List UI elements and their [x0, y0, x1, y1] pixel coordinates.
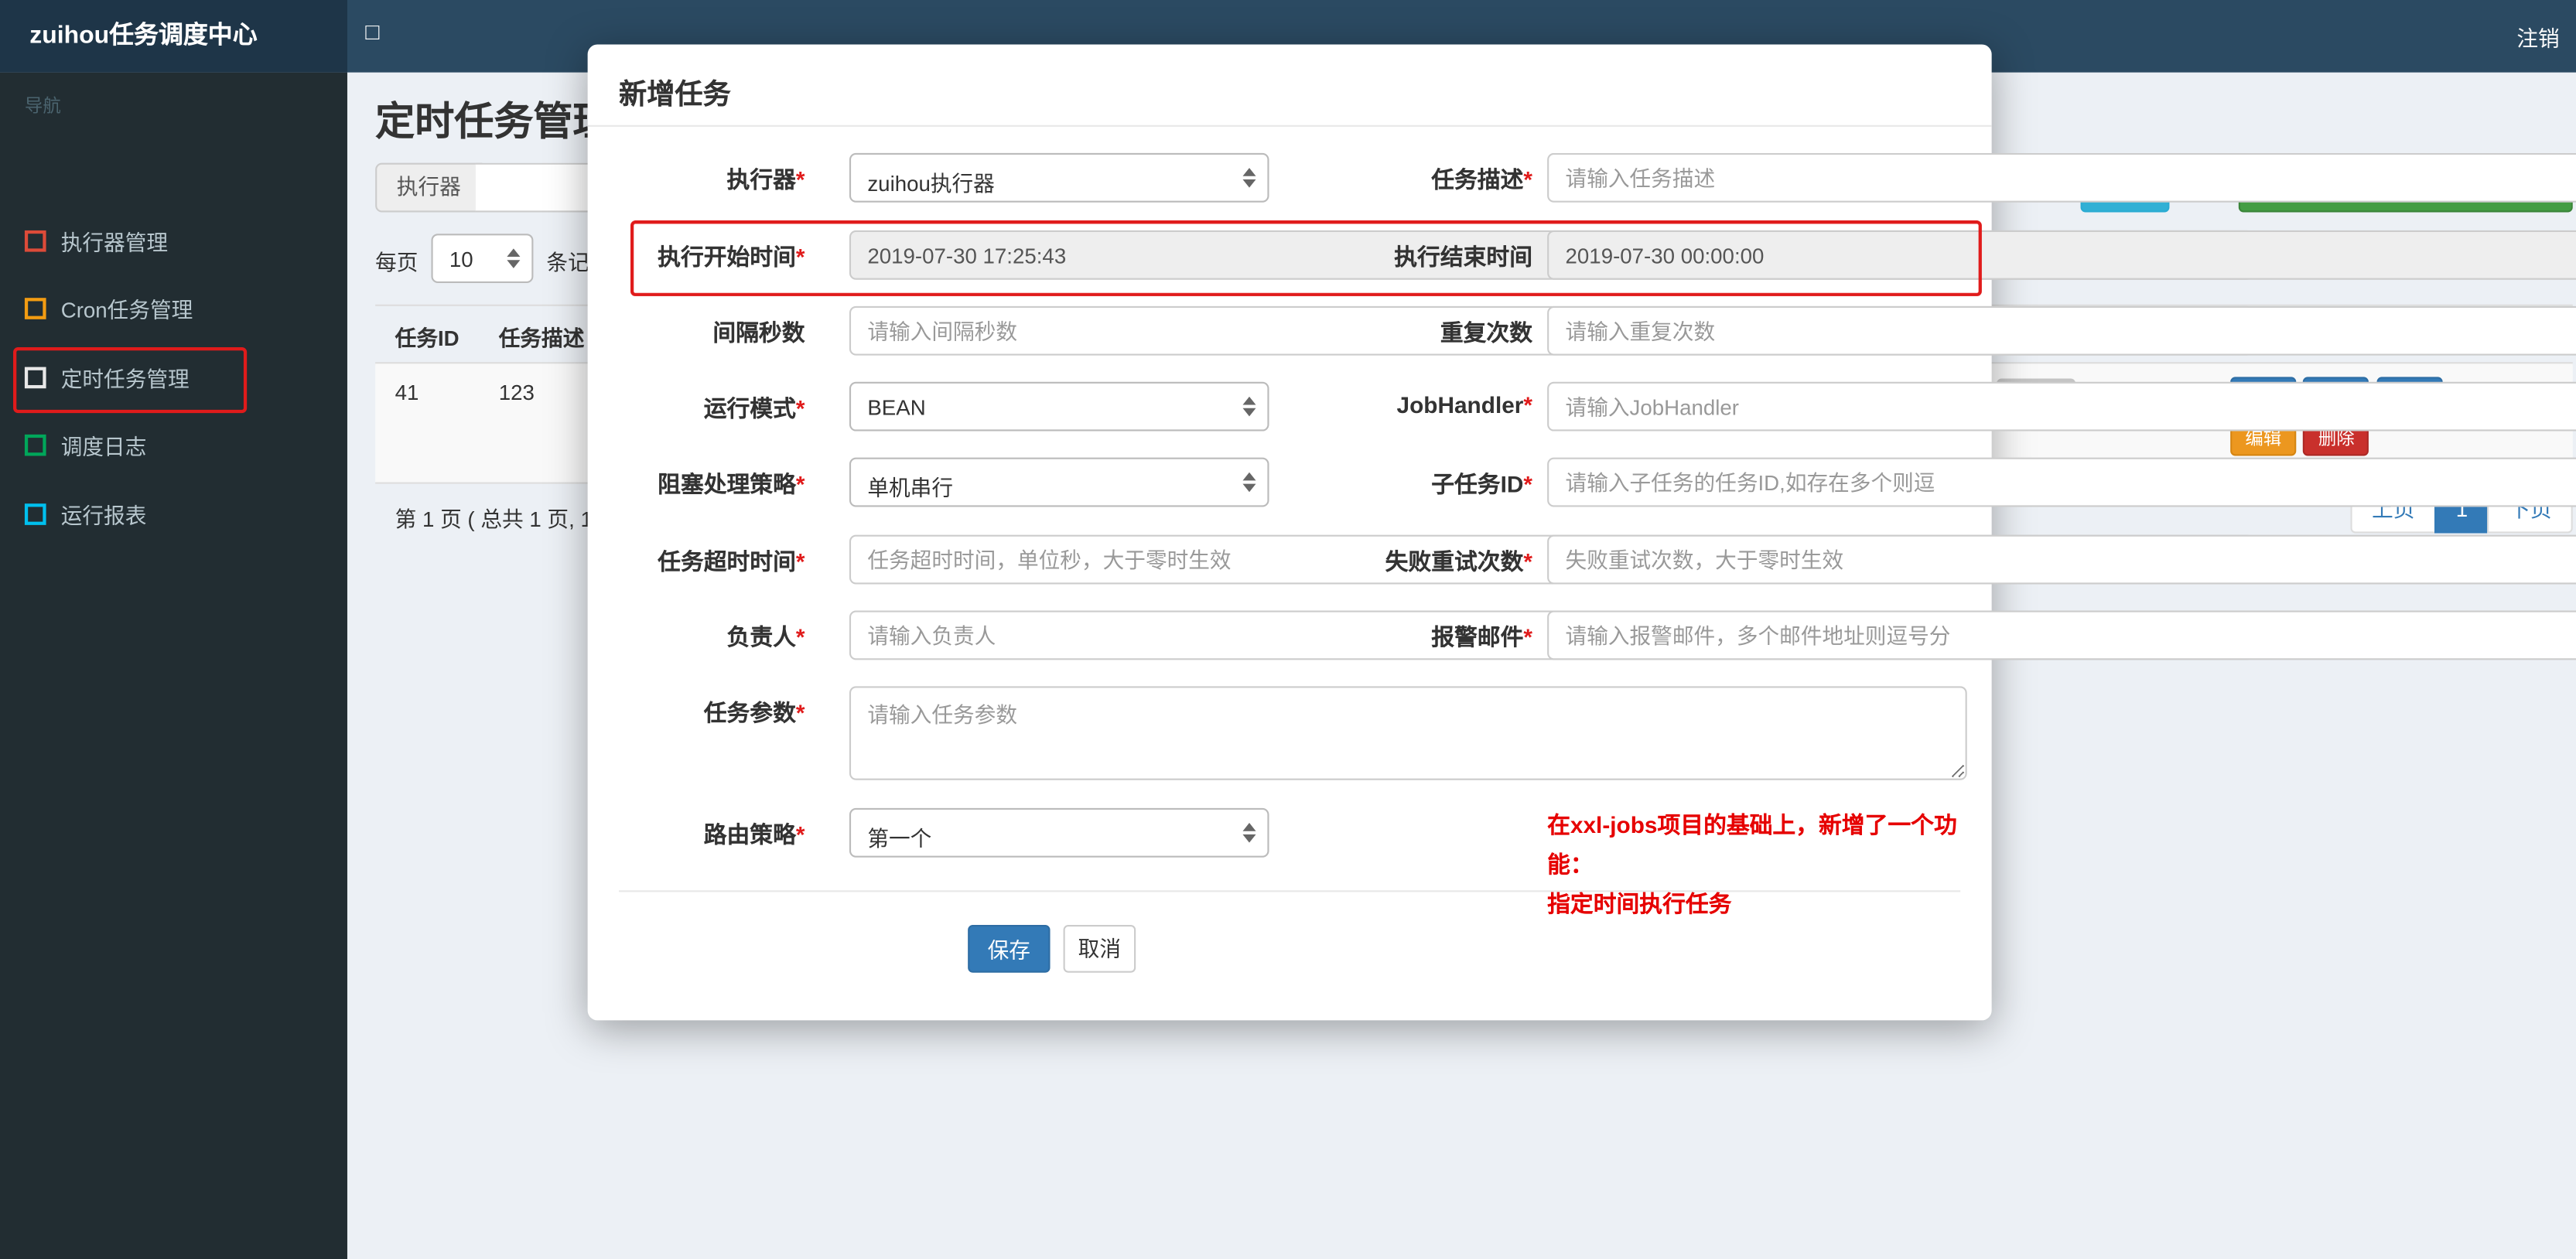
modal-title: 新增任务 [619, 79, 731, 111]
timeout-label: 任务超时时间* [658, 548, 805, 575]
required-star: * [795, 548, 805, 575]
sidebar-item-cron-task[interactable]: Cron任务管理 [0, 275, 347, 342]
square-icon [24, 298, 46, 319]
job-param-label: 任务参数* [703, 699, 805, 726]
executor-filter-label: 执行器 [375, 162, 483, 213]
fail-retry-input[interactable] [1547, 534, 2576, 585]
cell-task-desc: 123 [498, 380, 535, 405]
square-icon [24, 434, 46, 456]
sidebar-item-schedule-log[interactable]: 调度日志 [0, 411, 347, 479]
interval-label: 间隔秒数 [712, 319, 805, 346]
square-icon [24, 230, 46, 252]
sidebar-item-label: 定时任务管理 [60, 367, 190, 392]
form-row-3: 间隔秒数 重复次数 [588, 305, 2576, 356]
executor-select-value: zuihou执行器 [867, 171, 995, 196]
owner-label: 负责人* [726, 623, 805, 650]
modal-header: 新增任务 [587, 44, 1992, 127]
run-mode-select[interactable]: BEAN [849, 381, 1269, 432]
form-row-1: 执行器* zuihou执行器 任务描述* [588, 152, 2576, 203]
executor-label: 执行器* [726, 165, 805, 193]
alarm-email-label: 报警邮件* [1431, 623, 1532, 650]
add-task-modal: 新增任务 执行器* zuihou执行器 任务描述* 执行开始时间* 执行结束时间… [587, 44, 2576, 1021]
select-arrows-icon [1242, 168, 1256, 188]
route-strategy-select[interactable]: 第一个 [849, 807, 1269, 858]
col-task-desc: 任务描述 [498, 326, 585, 351]
sidebar: 导航 执行器管理 Cron任务管理 定时任务管理 调度日志 运行报表 [0, 72, 347, 1259]
per-page-select[interactable]: 10 [431, 234, 534, 284]
save-button[interactable]: 保存 [968, 924, 1051, 973]
task-desc-input[interactable] [1547, 152, 2576, 203]
sidebar-item-run-report[interactable]: 运行报表 [0, 480, 347, 548]
col-task-id: 任务ID [395, 326, 460, 351]
alarm-email-input[interactable] [1547, 610, 2576, 660]
required-star: * [795, 699, 805, 726]
required-star: * [795, 470, 805, 497]
square-icon [24, 367, 46, 389]
modal-note: 在xxl-jobs项目的基础上，新增了一个功能： 指定时间执行任务 [1547, 805, 1992, 923]
cancel-button[interactable]: 取消 [1063, 924, 1136, 973]
form-row-5: 阻塞处理策略* 单机串行 子任务ID* [588, 457, 2576, 507]
required-star: * [1523, 548, 1532, 575]
form-row-7: 负责人* 报警邮件* [588, 610, 2576, 660]
executor-select[interactable]: zuihou执行器 [849, 152, 1269, 203]
per-page-label: 每页 [375, 250, 419, 275]
required-star: * [795, 394, 805, 421]
end-time-label: 执行结束时间 [1394, 243, 1532, 271]
sidebar-item-executor-manage[interactable]: 执行器管理 [0, 207, 347, 275]
form-row-6: 任务超时时间* 失败重试次数* [588, 534, 2576, 585]
repeat-input[interactable] [1547, 305, 2576, 356]
required-star: * [795, 243, 805, 271]
select-arrows-icon [1242, 823, 1256, 843]
select-arrows-icon [1242, 472, 1256, 493]
brand-title: zuihou任务调度中心 [0, 0, 347, 73]
app-root: zuihou任务调度中心 □ 注销 导航 执行器管理 Cron任务管理 定时任务… [0, 0, 2576, 1259]
sidebar-item-label: 执行器管理 [60, 230, 169, 255]
required-star: * [1523, 391, 1532, 418]
fail-retry-label: 失败重试次数* [1385, 548, 1532, 575]
form-row-2: 执行开始时间* 执行结束时间 [588, 230, 2576, 280]
sidebar-item-label: 运行报表 [60, 503, 147, 529]
route-strategy-select-value: 第一个 [867, 826, 932, 851]
modal-footer-divider [619, 890, 1961, 892]
sidebar-item-label: 调度日志 [60, 434, 147, 459]
logout-link[interactable]: 注销 [2516, 22, 2559, 53]
square-icon [24, 503, 46, 525]
required-star: * [795, 821, 805, 848]
job-handler-label: JobHandler* [1396, 391, 1532, 418]
sidebar-toggle-icon[interactable]: □ [365, 18, 379, 44]
block-strategy-select[interactable]: 单机串行 [849, 457, 1269, 507]
required-star: * [795, 623, 805, 650]
form-row-4: 运行模式* BEAN JobHandler* [588, 381, 2576, 432]
pagination-summary: 第 1 页 ( 总共 1 页, 1 [395, 507, 593, 532]
run-mode-select-value: BEAN [867, 394, 926, 420]
modal-note-line1: 在xxl-jobs项目的基础上，新增了一个功能： [1547, 811, 1957, 878]
required-star: * [1523, 623, 1532, 650]
cell-task-id: 41 [395, 380, 419, 405]
child-job-label: 子任务ID* [1431, 470, 1532, 497]
sidebar-item-timed-task[interactable]: 定时任务管理 [0, 344, 347, 411]
run-mode-label: 运行模式* [703, 394, 805, 421]
start-time-label: 执行开始时间* [658, 243, 805, 271]
end-time-input[interactable] [1547, 230, 2576, 280]
select-arrows-icon [1242, 396, 1256, 417]
page-title: 定时任务管理 [375, 100, 613, 145]
job-param-textarea[interactable] [849, 686, 1967, 780]
per-page-suffix: 条记 [546, 250, 589, 275]
required-star: * [1523, 165, 1532, 193]
required-star: * [795, 165, 805, 193]
job-handler-input[interactable] [1547, 381, 2576, 432]
sidebar-item-label: Cron任务管理 [60, 298, 193, 323]
child-job-input[interactable] [1547, 457, 2576, 507]
sidebar-section-label: 导航 [24, 97, 61, 118]
block-strategy-label: 阻塞处理策略* [658, 470, 805, 497]
block-strategy-select-value: 单机串行 [867, 476, 954, 500]
required-star: * [1523, 470, 1532, 497]
per-page-select-value: 10 [449, 247, 473, 272]
task-desc-label: 任务描述* [1431, 165, 1532, 193]
route-strategy-label: 路由策略* [703, 821, 805, 848]
select-arrows-icon [507, 248, 521, 268]
repeat-label: 重复次数 [1440, 319, 1532, 346]
